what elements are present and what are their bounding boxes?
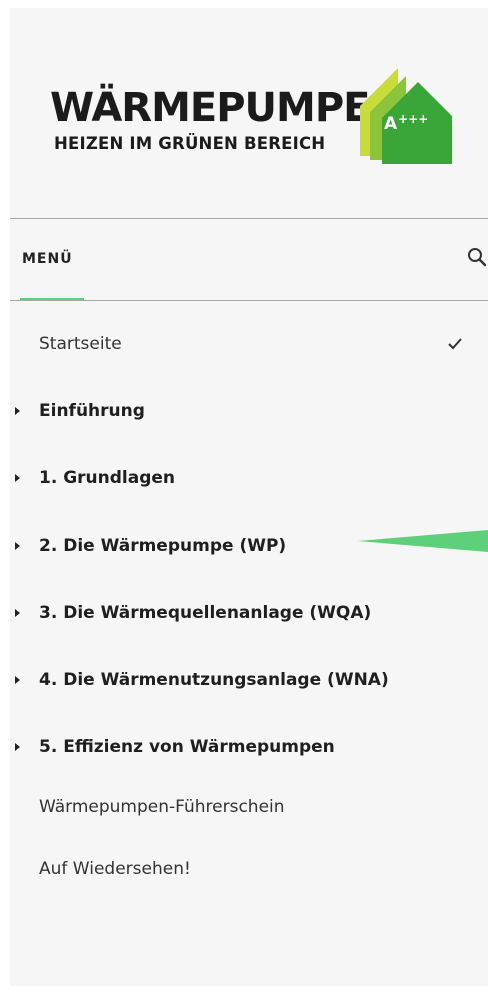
nav-item-label: 2. Die Wärmepumpe (WP) — [39, 536, 287, 556]
nav-item-label: 1. Grundlagen — [39, 468, 176, 488]
highlight-pointer — [358, 530, 488, 552]
nav-item-grundlagen[interactable]: 1. Grundlagen — [10, 458, 488, 498]
divider-top — [10, 218, 488, 219]
tab-menu[interactable]: MENÜ — [22, 251, 73, 267]
energy-rating-label: A+++ — [384, 112, 429, 134]
caret-right-icon[interactable] — [15, 676, 20, 684]
nav-item-label: 3. Die Wärmequellenanlage (WQA) — [39, 603, 372, 623]
nav-item-label: 5. Effizienz von Wärmepumpen — [39, 737, 335, 757]
caret-right-icon[interactable] — [15, 743, 20, 751]
nav-item-waermequellenanlage[interactable]: 3. Die Wärmequellenanlage (WQA) — [10, 593, 488, 633]
logo-title: WÄRMEPUMPE — [50, 85, 370, 131]
nav-item-waermenutzungsanlage[interactable]: 4. Die Wärmenutzungsanlage (WNA) — [10, 660, 488, 700]
caret-right-icon[interactable] — [15, 542, 20, 550]
caret-right-icon[interactable] — [15, 407, 20, 415]
search-icon[interactable] — [466, 246, 488, 268]
site-logo[interactable]: WÄRMEPUMPE HEIZEN IM GRÜNEN BEREICH A+++ — [50, 68, 452, 168]
divider-bottom — [10, 300, 488, 301]
nav-item-effizienz[interactable]: 5. Effizienz von Wärmepumpen — [10, 727, 488, 767]
caret-right-icon[interactable] — [15, 474, 20, 482]
navigation-panel: WÄRMEPUMPE HEIZEN IM GRÜNEN BEREICH A+++… — [10, 8, 488, 986]
nav-item-label: Startseite — [39, 334, 122, 354]
nav-item-label: Auf Wiedersehen! — [39, 859, 191, 879]
caret-right-icon[interactable] — [15, 609, 20, 617]
nav-item-startseite[interactable]: Startseite — [10, 324, 488, 364]
nav-item-label: Wärmepumpen-Führerschein — [39, 797, 285, 817]
check-icon — [448, 338, 462, 350]
nav-item-label: 4. Die Wärmenutzungsanlage (WNA) — [39, 670, 389, 690]
logo-subtitle: HEIZEN IM GRÜNEN BEREICH — [54, 134, 326, 153]
nav-item-auf-wiedersehen[interactable]: Auf Wiedersehen! — [10, 849, 488, 889]
nav-item-label: Einführung — [39, 401, 145, 421]
nav-item-einfuehrung[interactable]: Einführung — [10, 391, 488, 431]
nav-item-fuehrerschein[interactable]: Wärmepumpen-Führerschein — [10, 787, 488, 827]
